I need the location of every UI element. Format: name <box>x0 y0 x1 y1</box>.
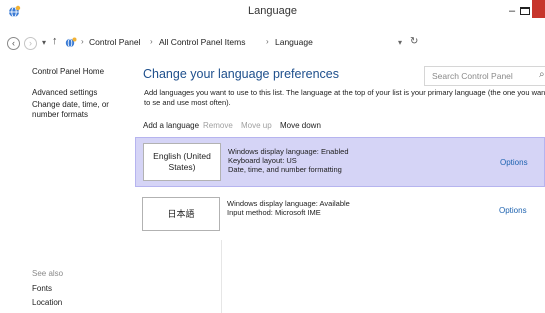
breadcrumb-separator: › <box>81 37 84 46</box>
page-description: Add languages you want to use to this li… <box>144 88 545 107</box>
language-detail-line: Windows display language: Enabled <box>228 147 349 156</box>
language-detail-line: Keyboard layout: US <box>228 156 297 165</box>
breadcrumb-language[interactable]: Language <box>275 37 313 47</box>
close-button[interactable] <box>532 0 545 18</box>
language-row-japanese[interactable]: 日本語 Windows display language: Available … <box>135 190 545 240</box>
language-row-english[interactable]: English (United States) Windows display … <box>135 137 545 187</box>
language-details: Windows display language: Available Inpu… <box>227 199 350 217</box>
breadcrumb-separator: › <box>150 37 153 46</box>
address-box[interactable]: › Control Panel › All Control Panel Item… <box>64 35 418 53</box>
main-content: Change your language preferences Add lan… <box>135 55 545 313</box>
title-bar: Language – <box>0 0 545 24</box>
remove-button[interactable]: Remove <box>203 121 233 130</box>
language-detail-line: Windows display language: Available <box>227 199 350 208</box>
breadcrumb-control-panel[interactable]: Control Panel <box>89 37 141 47</box>
breadcrumb-separator: › <box>266 37 269 46</box>
language-detail-line: Input method: Microsoft IME <box>227 208 321 217</box>
back-button[interactable]: ‹ <box>7 37 20 50</box>
refresh-icon[interactable]: ↻ <box>410 36 418 47</box>
add-language-button[interactable]: Add a language <box>143 121 199 130</box>
column-divider <box>221 240 222 313</box>
address-bar: ‹ › ▾ ↑ › Control Panel › All Control Pa… <box>0 33 545 86</box>
see-also-fonts[interactable]: Fonts <box>32 284 134 294</box>
options-link[interactable]: Options <box>500 158 528 167</box>
sidebar-item-control-panel-home[interactable]: Control Panel Home <box>32 67 134 77</box>
see-also-location[interactable]: Location <box>32 298 134 308</box>
page-title: Change your language preferences <box>143 67 339 81</box>
sidebar-item-change-date-time[interactable]: Change date, time, or number formats <box>32 100 134 120</box>
language-name: 日本語 <box>142 197 220 231</box>
language-details: Windows display language: Enabled Keyboa… <box>228 147 349 174</box>
forward-button[interactable]: › <box>24 37 37 50</box>
language-detail-line: Date, time, and number formatting <box>228 165 342 174</box>
address-dropdown-icon[interactable]: ▾ <box>398 38 402 47</box>
move-up-button[interactable]: Move up <box>241 121 272 130</box>
see-also-heading: See also <box>32 269 64 278</box>
control-panel-icon <box>64 36 78 50</box>
maximize-button[interactable] <box>520 7 530 15</box>
breadcrumb-all-items[interactable]: All Control Panel Items <box>159 37 245 47</box>
options-link[interactable]: Options <box>499 206 527 215</box>
sidebar-item-advanced-settings[interactable]: Advanced settings <box>32 88 134 98</box>
minimize-button[interactable]: – <box>506 5 518 19</box>
recent-locations-dropdown[interactable]: ▾ <box>42 38 46 47</box>
up-button[interactable]: ↑ <box>52 35 58 47</box>
sidebar: Control Panel Home Advanced settings Cha… <box>0 55 135 313</box>
window-title: Language <box>248 5 297 17</box>
move-down-button[interactable]: Move down <box>280 121 321 130</box>
language-name: English (United States) <box>143 143 221 181</box>
